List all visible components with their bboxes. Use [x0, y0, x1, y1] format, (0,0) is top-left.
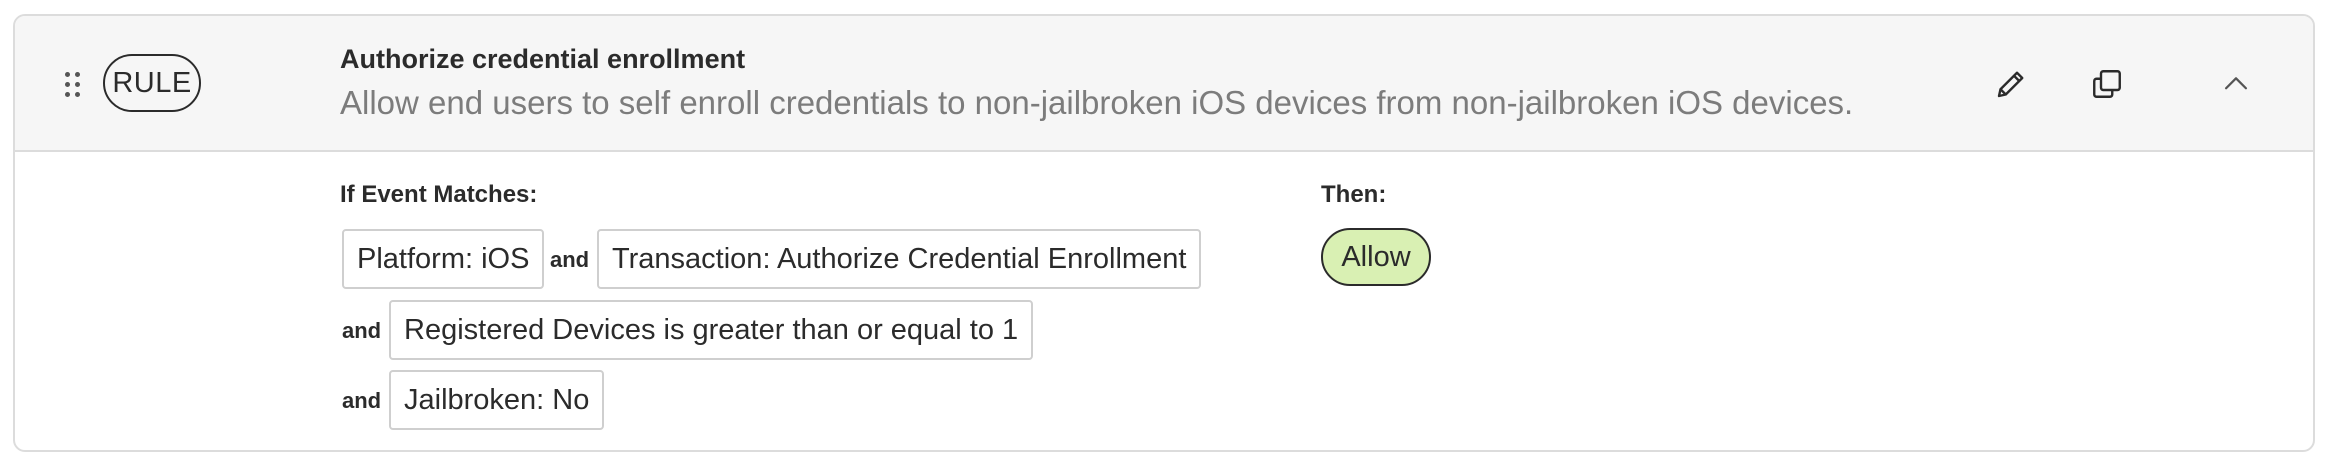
outcome-action-badge: Allow: [1321, 228, 1431, 286]
conjunction-and: and: [342, 318, 382, 343]
condition-chip-registered-devices: Registered Devices is greater than or eq…: [389, 300, 1034, 360]
drag-handle-icon[interactable]: [65, 72, 80, 98]
collapse-button[interactable]: [2214, 62, 2258, 106]
chevron-up-icon: [2224, 77, 2248, 90]
outcome-label: Then:: [1321, 181, 1387, 208]
edit-button[interactable]: [1989, 62, 2033, 106]
conditions-label: If Event Matches:: [340, 181, 538, 208]
conjunction-and: and: [550, 247, 590, 272]
pencil-icon: [1997, 71, 2024, 98]
rule-card: RULE Authorize credential enrollment All…: [13, 14, 2315, 452]
condition-chip-transaction: Transaction: Authorize Credential Enroll…: [597, 229, 1202, 289]
rule-badge: RULE: [103, 54, 201, 112]
condition-chip-platform: Platform: iOS: [342, 229, 545, 289]
rule-header[interactable]: RULE Authorize credential enrollment All…: [15, 16, 2313, 152]
copy-button[interactable]: [2085, 62, 2129, 106]
conjunction-and: and: [342, 388, 382, 413]
rule-title: Authorize credential enrollment: [340, 44, 746, 74]
condition-chip-jailbroken: Jailbroken: No: [389, 370, 605, 430]
rule-description: Allow end users to self enroll credentia…: [340, 84, 1854, 121]
copy-icon: [2093, 70, 2121, 98]
